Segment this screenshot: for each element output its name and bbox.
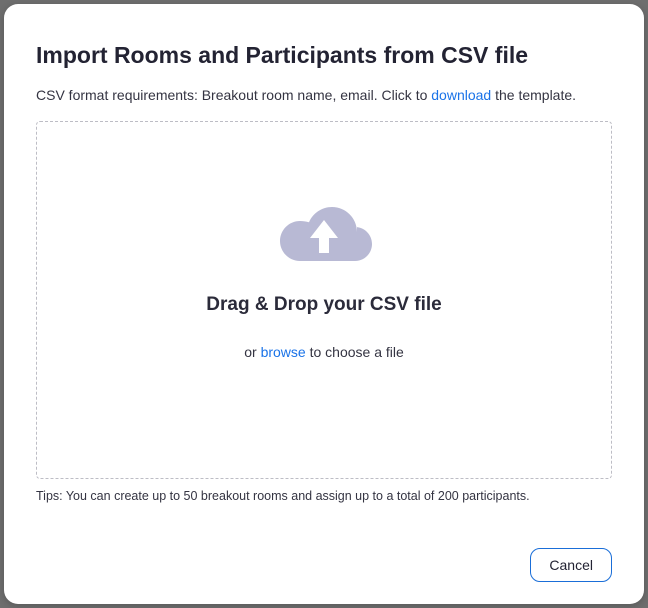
dropzone-or-suffix: to choose a file: [306, 344, 404, 360]
cloud-upload-icon: [269, 192, 379, 272]
instructions-suffix: the template.: [491, 87, 576, 103]
modal-title: Import Rooms and Participants from CSV f…: [36, 42, 612, 69]
browse-link[interactable]: browse: [261, 344, 306, 360]
import-csv-modal: Import Rooms and Participants from CSV f…: [4, 4, 644, 604]
instructions-prefix: CSV format requirements: Breakout room n…: [36, 87, 431, 103]
dropzone-or: or: [244, 344, 260, 360]
csv-format-instructions: CSV format requirements: Breakout room n…: [36, 87, 612, 103]
dropzone-heading: Drag & Drop your CSV file: [206, 294, 441, 316]
tips-text: Tips: You can create up to 50 breakout r…: [36, 489, 612, 503]
download-template-link[interactable]: download: [431, 87, 491, 103]
file-dropzone[interactable]: Drag & Drop your CSV file or browse to c…: [36, 121, 612, 479]
dropzone-subtext: or browse to choose a file: [244, 344, 404, 360]
modal-footer: Cancel: [36, 528, 612, 582]
cancel-button[interactable]: Cancel: [530, 548, 612, 582]
